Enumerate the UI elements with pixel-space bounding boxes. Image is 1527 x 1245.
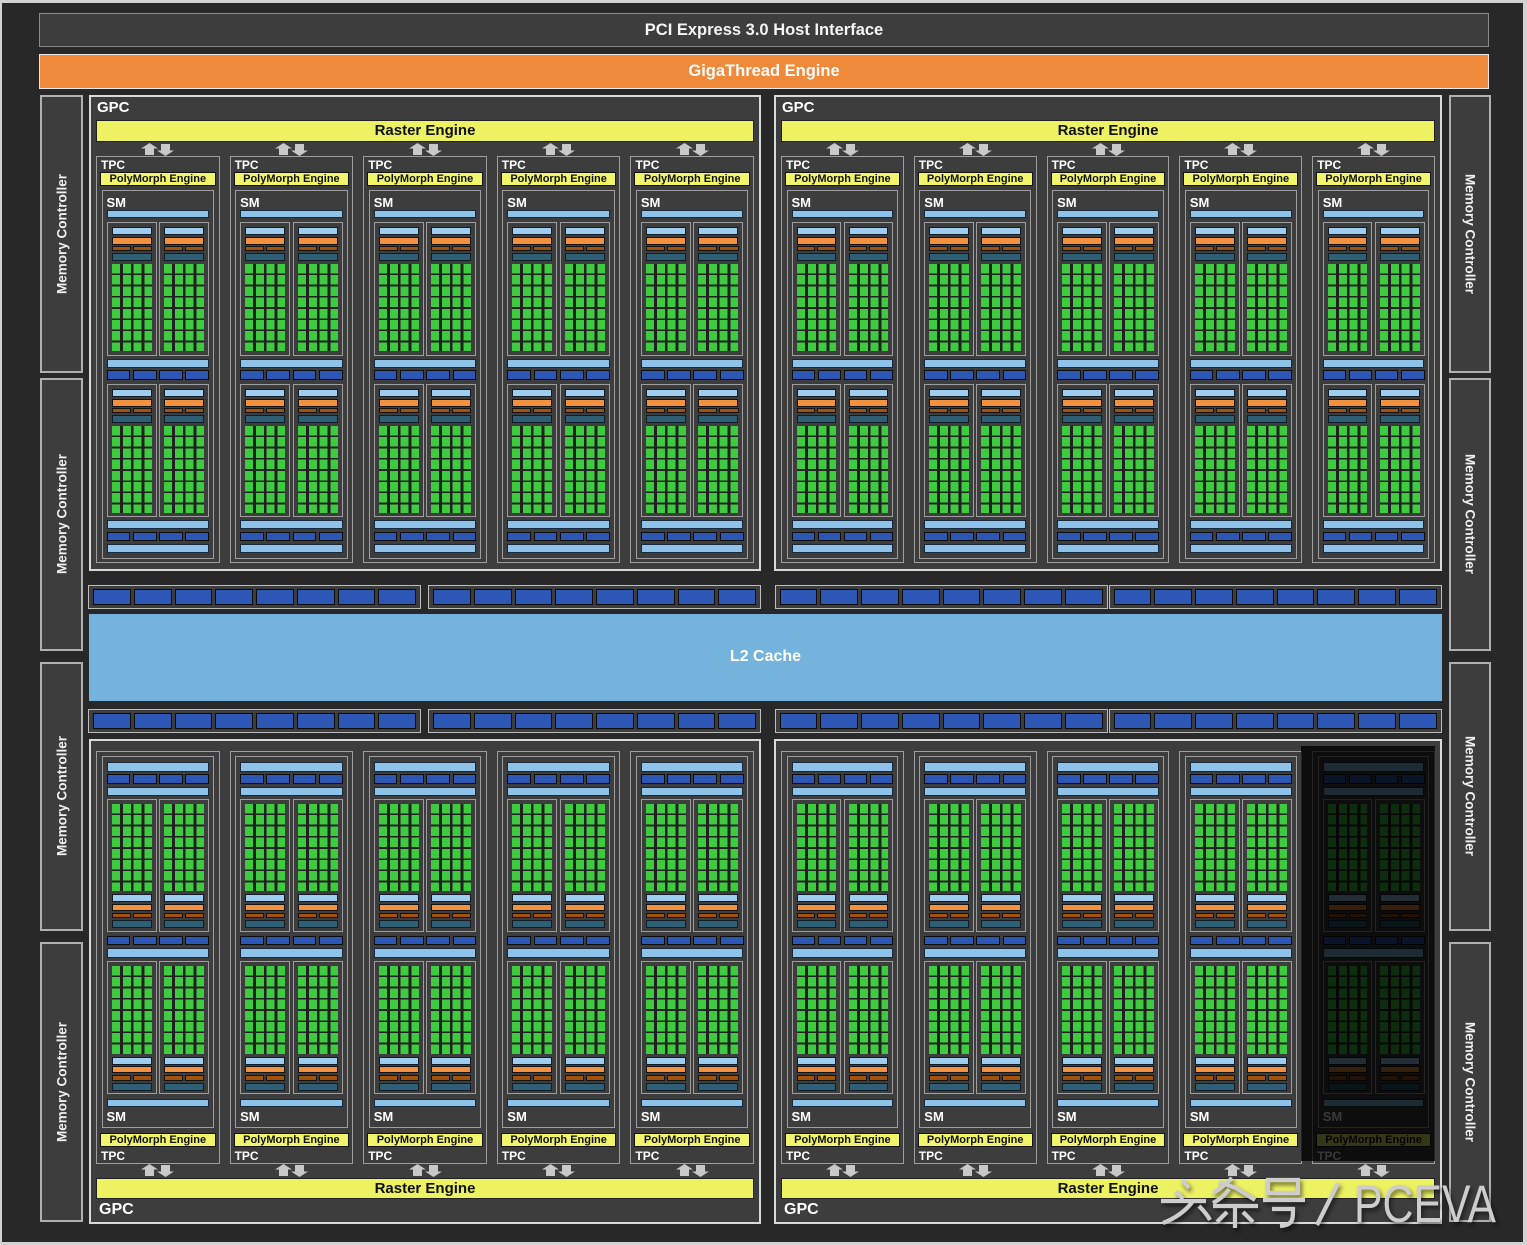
svg-text:PCEVA: PCEVA xyxy=(1354,1176,1497,1234)
